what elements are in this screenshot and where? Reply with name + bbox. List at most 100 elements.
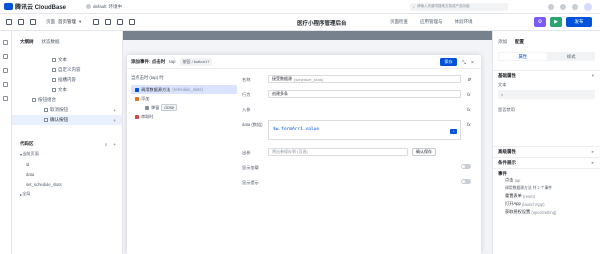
app-title: 医疗小程序管理后台: [297, 21, 347, 27]
search-icon[interactable]: ⌕: [105, 142, 108, 147]
data-expression-input[interactable]: $w.formArr1.value ↗: [268, 120, 461, 140]
fx-icon[interactable]: fx: [467, 107, 471, 112]
code-item[interactable]: set_schedule_slots: [12, 179, 122, 189]
grid-icon[interactable]: [30, 19, 36, 25]
tab-state-data[interactable]: 状态数据: [42, 39, 60, 45]
code-item[interactable]: data: [12, 169, 122, 179]
code-item[interactable]: id: [12, 159, 122, 169]
tree-node[interactable]: 自定义内容: [12, 65, 122, 75]
event-item[interactable]: 重置表单 (reset): [493, 192, 600, 200]
collapse-icon[interactable]: ⤡: [462, 60, 466, 66]
tree-node[interactable]: 按钮组合: [12, 95, 122, 105]
events-header[interactable]: 事件: [493, 168, 600, 176]
debug-button[interactable]: ⚙: [534, 17, 546, 27]
loading-toggle[interactable]: [461, 164, 471, 169]
dialog-header: 添加事件: 点击时 tap 按钮 / button17: [127, 55, 481, 69]
op-select[interactable]: 创建多条: [268, 90, 461, 98]
text-input[interactable]: x: [498, 90, 595, 99]
global-group[interactable]: ▸ 全局: [12, 189, 122, 199]
add-icon[interactable]: +: [113, 142, 116, 147]
env-switcher[interactable]: default 环境中: [86, 4, 122, 10]
flow-node[interactable]: 串联时: [131, 112, 237, 121]
add-icon[interactable]: +: [113, 108, 116, 113]
left-panel: 大纲树 状态数据 文本 自定义内容 插槽内容 文本 按钮组合 取消按钮 + 确认按…: [12, 31, 123, 254]
tree-node[interactable]: 文本: [12, 85, 122, 95]
data-icon[interactable]: [3, 68, 8, 73]
tab-add[interactable]: 添加: [498, 39, 507, 45]
expand-code-icon[interactable]: ↗: [450, 129, 457, 134]
tree-node[interactable]: 取消按钮 +: [12, 105, 122, 115]
bell-icon[interactable]: [560, 3, 566, 10]
flow-node-selected[interactable]: 调用数据源方法 (schedule_slots): [131, 85, 237, 94]
code-section-header: 代码区 ⌕ +: [20, 141, 116, 147]
button-icon: [44, 108, 48, 112]
env-name: default: [93, 4, 107, 9]
loading-label: 显示加载: [242, 165, 259, 170]
app-manage-link[interactable]: 应用管理与: [420, 19, 443, 25]
settings-icon[interactable]: ⚙: [467, 77, 471, 83]
env-link[interactable]: 体验环境: [455, 19, 473, 25]
desktop-icon[interactable]: [105, 19, 112, 25]
action-form: 名称 接受数据源 (schedule_slots) ⚙ 行为 创建多条 fx 入…: [242, 75, 472, 193]
tab-config[interactable]: 配置: [515, 39, 524, 45]
help-icon[interactable]: [548, 3, 554, 10]
tab-properties[interactable]: 属性: [499, 53, 547, 60]
search-icon: ⌕: [413, 4, 415, 9]
output-var-input[interactable]: 将出参保存到 (可选): [268, 148, 408, 156]
component-path: 按钮 / button17: [179, 57, 213, 66]
code-icon[interactable]: [3, 82, 8, 87]
mobile-icon[interactable]: [93, 19, 100, 25]
back-icon[interactable]: [6, 19, 12, 25]
add-icon[interactable]: +: [113, 118, 116, 123]
settings-icon[interactable]: [3, 96, 8, 101]
close-icon[interactable]: ×: [471, 60, 474, 66]
tab-style[interactable]: 样式: [548, 52, 596, 61]
components-icon[interactable]: [3, 54, 8, 59]
dialog-title: 添加事件: 点击时: [131, 58, 166, 64]
page-label: 页面: [46, 19, 55, 24]
event-item[interactable]: 获取授权设置 (openSetting): [493, 208, 600, 216]
page-check-link[interactable]: 页面检查: [390, 19, 408, 25]
page-selector[interactable]: 页面 首页管理 ▾: [46, 19, 81, 25]
tree-node[interactable]: 插槽内容: [12, 75, 122, 85]
branch-icon: [135, 96, 139, 101]
event-item[interactable]: 点击 tap: [493, 176, 600, 184]
confirm-save-button[interactable]: 确认保存: [412, 148, 436, 156]
brand-logo[interactable]: 腾讯云 CloudBase: [0, 2, 80, 11]
var-label: 出参: [242, 150, 251, 155]
condition-header[interactable]: 条件展示 ▸: [493, 157, 600, 165]
redo-icon[interactable]: [129, 19, 136, 25]
flow-node[interactable]: 弹窗 close: [131, 103, 237, 112]
brand-name: 腾讯云 CloudBase: [15, 5, 67, 11]
tab-outline[interactable]: 大纲树: [20, 39, 34, 45]
slot-icon: [52, 78, 56, 82]
name-select[interactable]: 接受数据源 (schedule_slots): [268, 75, 461, 83]
params-label: 入参: [242, 107, 251, 112]
pages-icon[interactable]: [3, 40, 8, 45]
fx-icon[interactable]: fx: [467, 122, 471, 127]
fx-icon[interactable]: fx: [467, 92, 471, 97]
tree-node-selected[interactable]: 确认按钮 +: [12, 115, 122, 125]
advanced-props-header[interactable]: 高级属性 ▸: [493, 146, 600, 154]
save-button[interactable]: 保存: [440, 58, 457, 66]
preview-button[interactable]: ▶: [550, 17, 562, 27]
global-search-input[interactable]: ⌕ 请输入关键词搜索文档或产品功能: [410, 2, 509, 11]
tree-node[interactable]: 文本: [12, 55, 122, 65]
env-icon: [86, 4, 91, 9]
event-dialog: 添加事件: 点击时 tap 按钮 / button17 保存 ⤡ × 当点击时 …: [127, 55, 481, 254]
right-panel: 添加 配置 属性 样式 基础属性 ▾ 文本 x 是否禁用 高级属性 ▸ 条件展示 ▸ …: [492, 31, 600, 254]
chevron-right-icon: ▸: [591, 159, 594, 165]
avatar[interactable]: [584, 2, 592, 11]
flow-node[interactable]: 添加: [131, 94, 237, 103]
event-item[interactable]: 打开App (launchApp): [493, 200, 600, 208]
undo-icon[interactable]: [117, 19, 124, 25]
publish-button[interactable]: 发布: [566, 17, 592, 27]
doc-icon[interactable]: [572, 3, 578, 10]
tip-toggle[interactable]: [461, 179, 471, 184]
basic-props-header[interactable]: 基础属性 ▾: [493, 70, 600, 78]
home-icon[interactable]: [18, 19, 24, 25]
code-group[interactable]: ▾ 当前页面: [12, 149, 122, 159]
canvas-header: [123, 31, 492, 40]
button-icon: [44, 118, 48, 122]
event-detail: 调用数据源方法 共 2 个事件: [505, 185, 553, 190]
